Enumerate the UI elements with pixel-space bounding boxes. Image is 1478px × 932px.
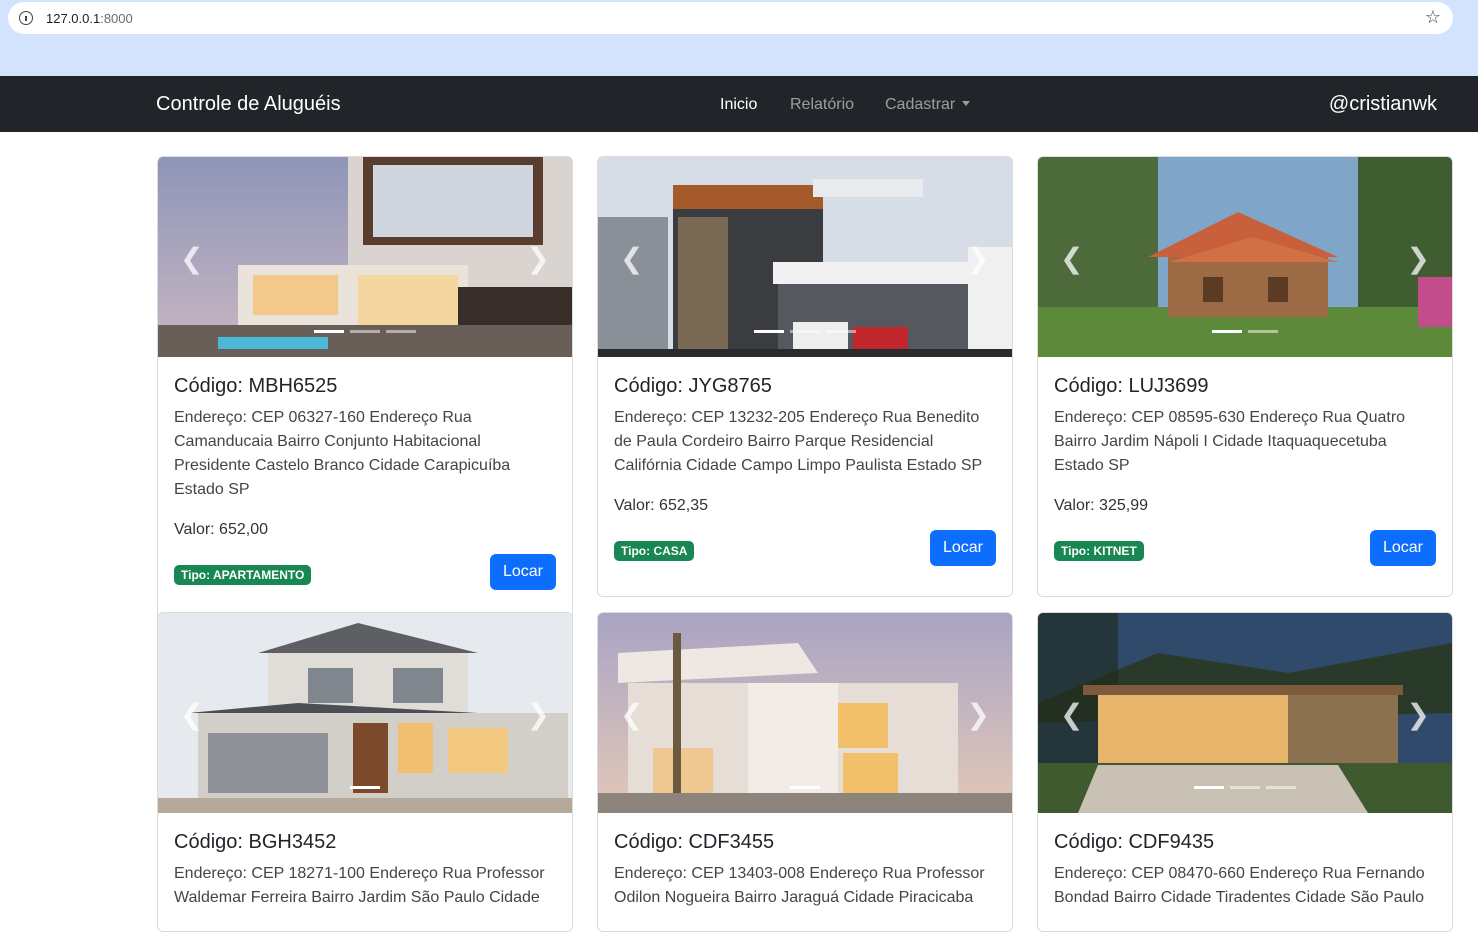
carousel-prev-icon[interactable]: ❮ [1060, 245, 1083, 273]
property-carousel: ❮ ❯ [598, 157, 1012, 357]
property-price: Valor: 652,00 [174, 521, 268, 538]
bookmark-star-icon[interactable]: ☆ [1425, 8, 1441, 26]
user-handle[interactable]: @cristianwk [1329, 93, 1437, 116]
property-card: ❮ ❯ Código: JYG8765 Endereço: CEP 13232-… [597, 156, 1013, 597]
carousel-indicators [158, 786, 572, 789]
url-port: :8000 [100, 11, 133, 26]
property-address: Endereço: CEP 08595-630 Endereço Rua Qua… [1054, 409, 1406, 474]
property-card: ❮ ❯ Código: CDF9435 Endereço: CEP 08470-… [1037, 612, 1453, 932]
carousel-indicator[interactable] [1194, 786, 1224, 789]
carousel-prev-icon[interactable]: ❮ [620, 701, 643, 729]
carousel-indicator[interactable] [314, 330, 344, 333]
carousel-indicator[interactable] [790, 330, 820, 333]
property-card: ❮ ❯ Código: LUJ3699 Endereço: CEP 08595-… [1037, 156, 1453, 597]
carousel-prev-icon[interactable]: ❮ [180, 245, 203, 273]
nav-dropdown-cadastrar[interactable]: Cadastrar [885, 96, 971, 114]
carousel-indicator[interactable] [754, 330, 784, 333]
carousel-next-icon[interactable]: ❯ [527, 245, 550, 273]
carousel-indicator[interactable] [826, 330, 856, 333]
card-body: Código: CDF9435 Endereço: CEP 08470-660 … [1038, 813, 1452, 910]
property-carousel: ❮ ❯ [598, 613, 1012, 813]
property-card: ❮ ❯ Código: BGH3452 Endereço: CEP 18271-… [157, 612, 573, 932]
carousel-prev-icon[interactable]: ❮ [620, 245, 643, 273]
carousel-prev-icon[interactable]: ❮ [180, 701, 203, 729]
caret-down-icon [962, 101, 971, 106]
carousel-indicators [1038, 330, 1452, 333]
carousel-next-icon[interactable]: ❯ [527, 701, 550, 729]
carousel-next-icon[interactable]: ❯ [967, 701, 990, 729]
address-bar[interactable]: 127.0.0.1:8000 ☆ [8, 2, 1453, 34]
property-address: Endereço: CEP 13403-008 Endereço Rua Pro… [614, 865, 985, 906]
property-code: Código: CDF9435 [1054, 831, 1215, 853]
carousel-indicator[interactable] [350, 786, 380, 789]
nav-link-relatorio[interactable]: Relatório [790, 96, 854, 114]
type-badge: Tipo: APARTAMENTO [174, 565, 312, 585]
property-carousel: ❮ ❯ [158, 613, 572, 813]
property-address: Endereço: CEP 18271-100 Endereço Rua Pro… [174, 865, 545, 906]
carousel-next-icon[interactable]: ❯ [1407, 701, 1430, 729]
nav-link-inicio[interactable]: Inicio [720, 96, 757, 114]
carousel-indicator[interactable] [1248, 330, 1278, 333]
house-photo [598, 613, 1012, 813]
type-badge: Tipo: CASA [614, 541, 695, 561]
carousel-indicator[interactable] [1266, 786, 1296, 789]
house-photo [1038, 157, 1452, 357]
rent-button[interactable]: Locar [489, 554, 556, 590]
house-photo [158, 157, 572, 357]
card-body: Código: LUJ3699 Endereço: CEP 08595-630 … [1038, 357, 1452, 596]
carousel-next-icon[interactable]: ❯ [1407, 245, 1430, 273]
card-footer: Tipo: APARTAMENTO Locar [174, 542, 556, 620]
rent-button[interactable]: Locar [1369, 530, 1436, 566]
browser-chrome: 127.0.0.1:8000 ☆ [0, 0, 1478, 76]
carousel-next-icon[interactable]: ❯ [967, 245, 990, 273]
house-photo [598, 157, 1012, 357]
property-card: ❮ ❯ Código: CDF3455 Endereço: CEP 13403-… [597, 612, 1013, 932]
property-card: ❮ ❯ Código: MBH6525 Endereço: CEP 06327-… [157, 156, 573, 621]
site-info-icon[interactable] [19, 11, 33, 25]
card-body: Código: CDF3455 Endereço: CEP 13403-008 … [598, 813, 1012, 910]
carousel-indicator[interactable] [790, 786, 820, 789]
card-body: Código: BGH3452 Endereço: CEP 18271-100 … [158, 813, 572, 910]
card-footer: Tipo: KITNET Locar [1054, 518, 1436, 596]
card-body: Código: MBH6525 Endereço: CEP 06327-160 … [158, 357, 572, 620]
top-navbar: Controle de Aluguéis Inicio Relatório Ca… [0, 76, 1478, 132]
card-footer: Tipo: CASA Locar [614, 518, 996, 596]
nav-dropdown-label: Cadastrar [885, 96, 956, 113]
carousel-indicator[interactable] [1230, 786, 1260, 789]
carousel-indicator[interactable] [1212, 330, 1242, 333]
property-price: Valor: 652,35 [614, 497, 708, 514]
rent-button[interactable]: Locar [929, 530, 996, 566]
carousel-indicator[interactable] [386, 330, 416, 333]
carousel-indicators [1038, 786, 1452, 789]
type-badge: Tipo: KITNET [1054, 541, 1144, 561]
property-address: Endereço: CEP 08470-660 Endereço Rua Fer… [1054, 865, 1425, 906]
carousel-prev-icon[interactable]: ❮ [1060, 701, 1083, 729]
carousel-indicators [598, 786, 1012, 789]
property-code: Código: BGH3452 [174, 831, 337, 853]
property-carousel: ❮ ❯ [1038, 613, 1452, 813]
property-code: Código: CDF3455 [614, 831, 775, 853]
property-code: Código: MBH6525 [174, 375, 338, 397]
property-carousel: ❮ ❯ [1038, 157, 1452, 357]
url-host: 127.0.0.1 [46, 11, 101, 26]
property-code: Código: LUJ3699 [1054, 375, 1209, 397]
carousel-indicators [158, 330, 572, 333]
property-carousel: ❮ ❯ [158, 157, 572, 357]
house-photo [1038, 613, 1452, 813]
property-address: Endereço: CEP 06327-160 Endereço Rua Cam… [174, 409, 511, 498]
card-body: Código: JYG8765 Endereço: CEP 13232-205 … [598, 357, 1012, 596]
property-code: Código: JYG8765 [614, 375, 772, 397]
carousel-indicators [598, 330, 1012, 333]
property-price: Valor: 325,99 [1054, 497, 1148, 514]
carousel-indicator[interactable] [350, 330, 380, 333]
house-photo [158, 613, 572, 813]
navbar-brand[interactable]: Controle de Aluguéis [156, 93, 341, 116]
url-text[interactable]: 127.0.0.1:8000 [46, 11, 133, 26]
property-address: Endereço: CEP 13232-205 Endereço Rua Ben… [614, 409, 983, 474]
